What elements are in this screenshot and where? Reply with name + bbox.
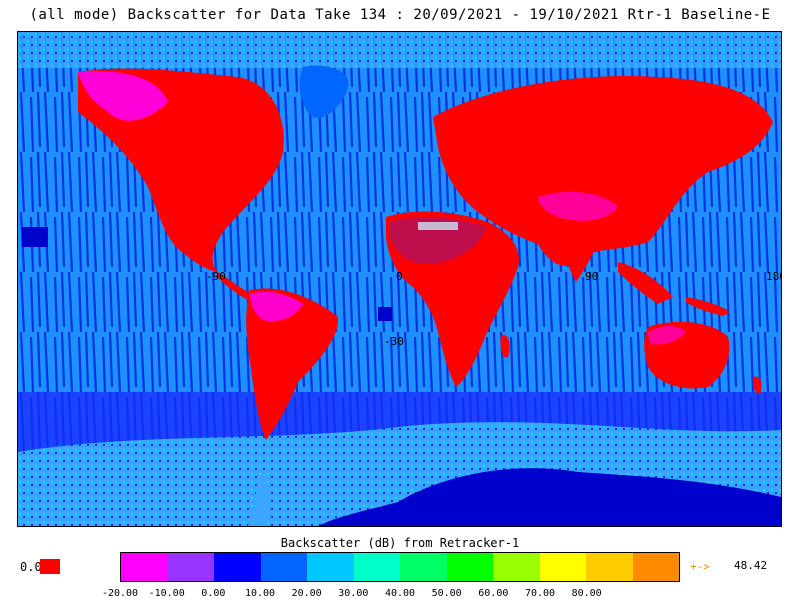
colorbar-tick-label: 70.00 — [524, 588, 556, 599]
colorbar-tick-label: 10.00 — [244, 588, 276, 599]
pacific-dark-box — [22, 227, 48, 247]
colorbar-tick-label: 80.00 — [571, 588, 602, 599]
colorbar-bin — [632, 553, 679, 581]
lon-label: 180 — [766, 270, 781, 283]
nodata-label: 0.0 — [20, 560, 42, 574]
world-map: -90 0 90 180 -30 — [17, 31, 782, 527]
overflow-value: 48.42 — [734, 559, 768, 572]
overflow-arrow-icon: +-> — [690, 560, 710, 573]
lon-label: 90 — [585, 270, 599, 283]
colorbar-tick-label: 60.00 — [478, 588, 509, 599]
colorbar-tick-label: 0.00 — [201, 588, 226, 599]
lon-label: -90 — [206, 270, 226, 283]
colorbar-bin — [353, 553, 400, 581]
colorbar-bin — [307, 553, 354, 581]
colorbar-tick-label: -20.00 — [101, 588, 139, 599]
colorbar-bin — [446, 553, 493, 581]
colorbar — [120, 552, 680, 582]
arctic-band — [18, 32, 781, 68]
map-title: (all mode) Backscatter for Data Take 134… — [29, 7, 771, 23]
lon-label: 0 — [396, 270, 403, 283]
nodata-color-swatch — [40, 559, 60, 574]
colorbar-tick-label: 50.00 — [431, 588, 462, 599]
colorbar-bin — [121, 553, 168, 581]
colorbar-bin — [400, 553, 447, 581]
colorbar-bin — [586, 553, 633, 581]
atlantic-dark-box — [378, 307, 392, 321]
colorbar-tick-label: 20.00 — [291, 588, 322, 599]
colorbar-tick-label: 30.00 — [338, 588, 369, 599]
lat-label: -30 — [384, 335, 404, 348]
colorbar-bin — [539, 553, 586, 581]
colorbar-tick-label: 40.00 — [384, 588, 416, 599]
colorbar-bin — [214, 553, 261, 581]
sahara-gray-patch — [418, 222, 458, 230]
colorbar-bin — [493, 553, 540, 581]
colorbar-tick-label: -10.00 — [148, 588, 185, 599]
colorbar-title: Backscatter (dB) from Retracker-1 — [280, 536, 520, 550]
colorbar-bin — [260, 553, 307, 581]
colorbar-bin — [167, 553, 214, 581]
